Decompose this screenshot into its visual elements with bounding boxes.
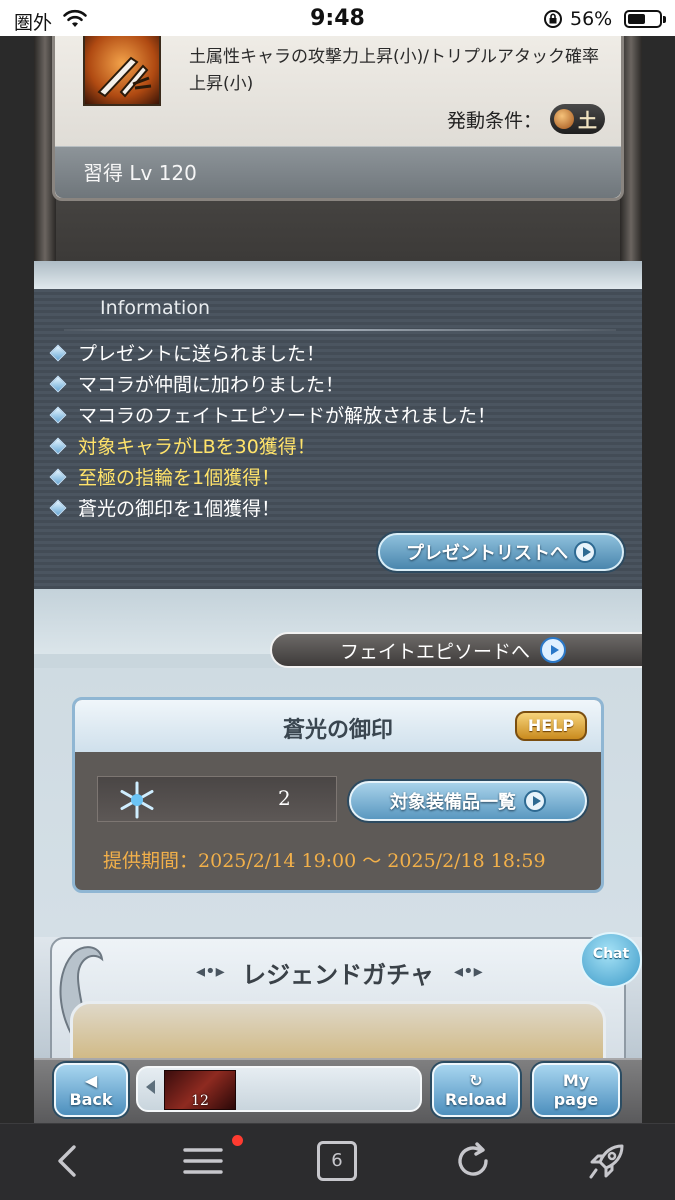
refresh-button[interactable] (448, 1138, 498, 1184)
information-item: 対象キャラがLBを30獲得！ (49, 430, 496, 461)
recent-item-thumbnail[interactable]: 12 (164, 1070, 236, 1110)
offer-period-label: 提供期間： (103, 850, 199, 872)
equipment-list-button[interactable]: 対象装備品一覧 (349, 781, 587, 821)
information-item-text: プレゼントに送られました！ (78, 343, 326, 365)
offer-period-value: 2025/2/14 19:00 〜 2025/2/18 18:59 (198, 850, 546, 872)
ability-icon (83, 36, 161, 106)
element-label: 土 (577, 109, 597, 132)
diamond-bullet-icon (49, 406, 67, 423)
browser-toolbar: 6 (0, 1123, 675, 1200)
reload-label: Reload (445, 1090, 507, 1109)
menu-button[interactable] (178, 1138, 228, 1184)
decor-arrows-right: ◂•▸ (454, 961, 483, 982)
information-item: 蒼光の御印を1個獲得！ (49, 492, 496, 523)
activation-condition: 発動条件： 土 (447, 104, 605, 134)
mypage-label-line2: page (553, 1090, 599, 1109)
battery-percent: 56% (570, 8, 613, 30)
diamond-bullet-icon (49, 375, 67, 392)
present-list-button[interactable]: プレゼントリストへ (378, 533, 624, 571)
diamond-bullet-icon (49, 344, 67, 361)
information-item: マコラが仲間に加わりました！ (49, 368, 496, 399)
earth-element-badge: 土 (549, 104, 605, 134)
browser-back-button[interactable] (42, 1138, 92, 1184)
information-item-text: 蒼光の御印を1個獲得！ (78, 498, 281, 520)
scroll-left-icon[interactable] (146, 1080, 155, 1094)
information-item-text: 対象キャラがLBを30獲得！ (78, 436, 316, 458)
back-arrow-icon: ◀ (84, 1071, 98, 1090)
mypage-label-line1: My (562, 1071, 590, 1090)
mypage-button[interactable]: My page (532, 1063, 620, 1117)
right-frame (642, 36, 675, 1123)
diamond-bullet-icon (49, 499, 67, 516)
reload-button[interactable]: ↻ Reload (432, 1063, 520, 1117)
notification-dot (232, 1135, 243, 1146)
chat-button[interactable]: Chat (580, 932, 642, 988)
diamond-bullet-icon (49, 468, 67, 485)
rocket-icon (589, 1144, 624, 1179)
tabs-button[interactable]: 6 (312, 1138, 362, 1184)
information-item-text: マコラのフェイトエピソードが解放されました！ (78, 405, 497, 427)
seal-count: 2 (278, 786, 291, 810)
rocket-button[interactable] (582, 1138, 632, 1184)
earth-orb-icon (553, 109, 574, 129)
help-button[interactable]: HELP (515, 711, 587, 741)
information-item-text: マコラが仲間に加わりました！ (78, 374, 345, 396)
battery-level (628, 14, 645, 24)
status-bar: 圏外 9:48 56% (0, 0, 675, 36)
arrow-right-icon (540, 637, 567, 663)
information-item: マコラのフェイトエピソードが解放されました！ (49, 399, 497, 430)
information-item: 至極の指輪を1個獲得！ (49, 461, 496, 492)
back-button[interactable]: ◀ Back (54, 1063, 128, 1117)
battery-icon (624, 10, 666, 28)
legend-gacha-title: レジェンドガチャ (242, 961, 434, 989)
fate-episode-label: フェイトエピソードへ (340, 640, 531, 663)
rotation-lock-icon (544, 10, 562, 28)
ability-panel: 土属性キャラの攻撃力上昇(小)/トリプルアタック確率上昇(小) 発動条件： 土 … (34, 36, 642, 261)
recent-quest-slider[interactable]: 12 (136, 1066, 422, 1112)
diamond-bullet-icon (49, 437, 67, 454)
arrow-right-icon (524, 790, 546, 812)
refresh-icon (458, 1142, 488, 1176)
back-label: Back (69, 1090, 113, 1109)
information-list: プレゼントに送られました！ マコラが仲間に加わりました！ マコラのフェイトエピソード… (49, 337, 497, 523)
reload-icon: ↻ (469, 1071, 483, 1090)
ability-card: 土属性キャラの攻撃力上昇(小)/トリプルアタック確率上昇(小) 発動条件： 土 … (52, 36, 624, 201)
information-title: Information (100, 297, 210, 319)
left-frame (0, 36, 34, 1123)
recent-item-count: 12 (191, 1093, 209, 1109)
learn-level: 習得 Lv 120 (83, 161, 197, 185)
snowflake-icon (120, 781, 154, 819)
carrier-label: 圏外 (14, 12, 53, 34)
chevron-left-icon (58, 1145, 76, 1177)
fate-episode-button[interactable]: フェイトエピソードへ (270, 632, 642, 668)
offer-period: 提供期間：2025/2/14 19:00 〜 2025/2/18 18:59 (103, 846, 546, 873)
ability-description: 土属性キャラの攻撃力上昇(小)/トリプルアタック確率上昇(小) (189, 47, 599, 94)
information-item-text: 至極の指輪を1個獲得！ (78, 467, 281, 489)
arrow-right-icon (574, 541, 596, 563)
present-list-label: プレゼントリストへ (406, 543, 568, 564)
information-item: プレゼントに送られました！ (49, 337, 496, 368)
information-panel: Information プレゼントに送られました！ マコラが仲間に加わりました！ マ… (34, 289, 642, 589)
condition-label: 発動条件： (446, 109, 542, 132)
wifi-icon (63, 9, 87, 27)
seal-panel: 蒼光の御印 HELP 2 対象装備品一覧 提供期間：2025/2/14 19:0… (72, 697, 604, 893)
hamburger-icon (183, 1148, 223, 1174)
game-toolbar: ◀ Back 12 ↻ Reload My page (34, 1058, 642, 1123)
tab-count: 6 (317, 1141, 357, 1181)
game-view: 土属性キャラの攻撃力上昇(小)/トリプルアタック確率上昇(小) 発動条件： 土 … (34, 36, 642, 1123)
seal-count-box: 2 (97, 776, 337, 822)
equipment-list-label: 対象装備品一覧 (390, 792, 516, 813)
learn-level-bar: 習得 Lv 120 (55, 146, 621, 198)
